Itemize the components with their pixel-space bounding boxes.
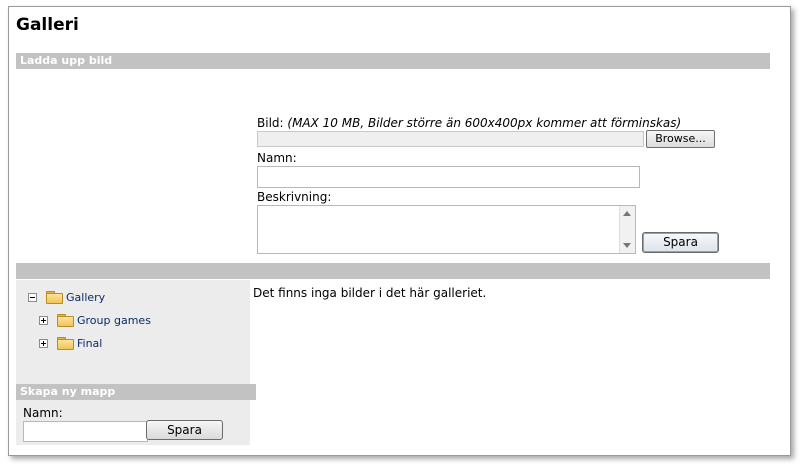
scroll-down-icon[interactable] <box>623 243 631 248</box>
new-folder-name-label: Namn: <box>23 406 63 420</box>
gallery-section-header <box>16 263 770 279</box>
scroll-up-icon[interactable] <box>623 211 631 216</box>
empty-gallery-message: Det finns inga bilder i det här gallerie… <box>253 286 487 300</box>
tree-item-gallery[interactable]: Gallery <box>28 289 105 305</box>
folder-icon <box>57 314 74 327</box>
folder-icon <box>57 337 74 350</box>
tree-item-group-games[interactable]: Group games <box>39 312 151 328</box>
description-textarea[interactable] <box>257 205 636 254</box>
page-title: Galleri <box>16 15 79 35</box>
file-path-field[interactable] <box>257 131 644 147</box>
collapse-icon[interactable] <box>28 292 37 302</box>
folder-icon <box>46 291 63 304</box>
name-label: Namn: <box>257 151 297 165</box>
image-label-row: Bild: (MAX 10 MB, Bilder större än 600x4… <box>257 116 681 130</box>
tree-item-final[interactable]: Final <box>39 335 102 351</box>
image-label: Bild: <box>257 116 284 130</box>
description-scrollbar[interactable] <box>619 206 635 253</box>
name-input[interactable] <box>257 166 640 188</box>
new-folder-name-input[interactable] <box>23 421 148 442</box>
tree-item-label[interactable]: Group games <box>77 314 151 327</box>
tree-item-label[interactable]: Final <box>77 337 102 350</box>
browse-button[interactable]: Browse... <box>646 130 715 148</box>
tree-item-label[interactable]: Gallery <box>66 291 105 304</box>
upload-section-header: Ladda upp bild <box>16 53 770 69</box>
expand-icon[interactable] <box>39 338 48 348</box>
new-folder-header: Skapa ny mapp <box>16 384 256 400</box>
description-label: Beskrivning: <box>257 190 332 204</box>
image-size-note: (MAX 10 MB, Bilder större än 600x400px k… <box>287 116 682 130</box>
expand-icon[interactable] <box>39 315 48 325</box>
new-folder-save-button[interactable]: Spara <box>146 420 223 440</box>
upload-save-button[interactable]: Spara <box>642 232 719 253</box>
